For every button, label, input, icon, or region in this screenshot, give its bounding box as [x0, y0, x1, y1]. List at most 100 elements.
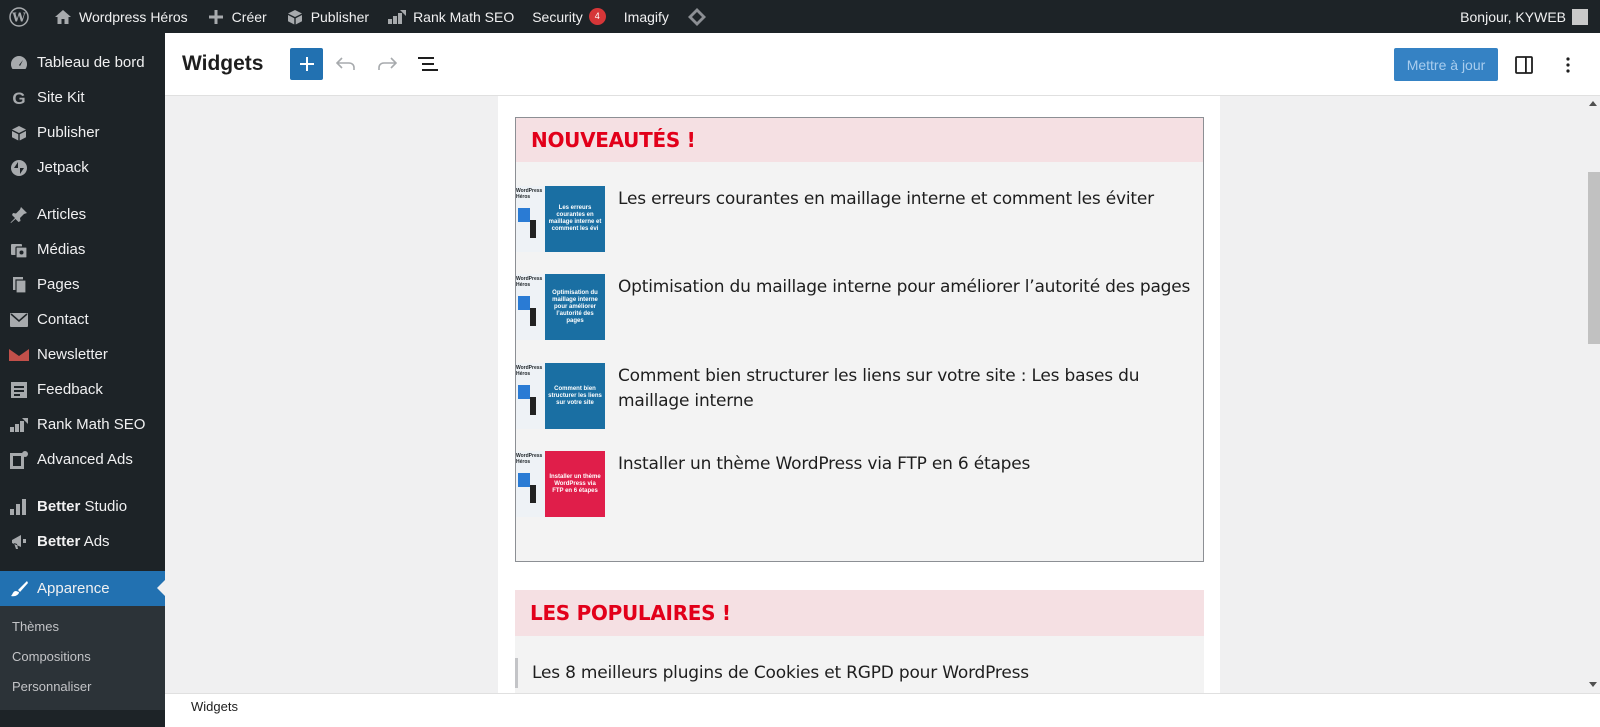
sidebar-item-label: Tableau de bord — [37, 54, 145, 71]
sidebar-item-advanced-ads[interactable]: Advanced Ads — [0, 442, 165, 477]
post-item[interactable]: WordPress Héros Comment bien structurer l… — [516, 363, 1204, 429]
scrollbar-thumb[interactable] — [1588, 172, 1600, 344]
greeting-label: Bonjour, KYWEB — [1460, 8, 1566, 25]
home-icon — [53, 7, 73, 27]
feedback-icon — [9, 380, 29, 400]
media-icon — [9, 240, 29, 260]
sidebar-toggle-icon — [1515, 55, 1533, 74]
editor-canvas: NOUVEAUTÉS ! WordPress Héros Les erreurs … — [165, 96, 1600, 693]
sidebar-item-pages[interactable]: Pages — [0, 267, 165, 302]
megaphone-icon — [9, 532, 29, 552]
popular-widget-header: LES POPULAIRES ! — [515, 590, 1204, 636]
submenu-item-personnaliser[interactable]: Personnaliser — [0, 672, 165, 702]
thumbnail-caption: Les erreurs courantes en maillage intern… — [545, 186, 605, 252]
sidebar-item-label: Advanced Ads — [37, 451, 133, 468]
settings-sidebar-button[interactable] — [1506, 47, 1542, 83]
svg-text:G: G — [12, 89, 25, 107]
sidebar-item-jetpack[interactable]: Jetpack — [0, 150, 165, 185]
security-count-badge: 4 — [588, 8, 606, 25]
vertical-scrollbar[interactable] — [1585, 96, 1600, 693]
news-widget-header: NOUVEAUTÉS ! — [516, 118, 1203, 162]
thumbnail-caption: Installer un thème WordPress via FTP en … — [545, 451, 605, 517]
sidebar-item-apparence[interactable]: Apparence — [0, 571, 165, 606]
apparence-submenu: Thèmes Compositions Personnaliser — [0, 606, 165, 710]
submenu-item-themes[interactable]: Thèmes — [0, 612, 165, 642]
jetpack-icon — [9, 158, 29, 178]
publisher-label: Publisher — [310, 8, 370, 25]
scroll-up-arrow-icon[interactable] — [1589, 101, 1597, 106]
sidebar-item-dashboard[interactable]: Tableau de bord — [0, 45, 165, 80]
sidebar-item-publisher[interactable]: Publisher — [0, 115, 165, 150]
sidebar-item-better-ads[interactable]: Better Ads — [0, 524, 165, 559]
sidebar-item-label: Feedback — [37, 381, 103, 398]
sidebar-item-medias[interactable]: Médias — [0, 232, 165, 267]
better-studio-rest: Studio — [80, 498, 128, 515]
list-view-button[interactable] — [410, 46, 446, 82]
create-new-link[interactable]: Créer — [197, 0, 276, 33]
news-widget-title: NOUVEAUTÉS ! — [531, 128, 696, 152]
add-block-button[interactable] — [290, 48, 323, 80]
svg-text:W: W — [11, 10, 26, 24]
publisher-icon — [285, 7, 305, 27]
publisher-link[interactable]: Publisher — [276, 0, 378, 33]
thumbnail-caption: Optimisation du maillage interne pour am… — [545, 274, 605, 340]
avatar — [1572, 8, 1588, 25]
admin-bar: W Wordpress Héros Créer Publisher Rank M… — [0, 0, 1600, 33]
plus-icon — [299, 57, 314, 71]
page-title: Widgets — [182, 52, 264, 75]
site-name-link[interactable]: Wordpress Héros — [44, 0, 197, 33]
imagify-link[interactable]: Imagify — [615, 0, 678, 33]
better-studio-bold: Better — [37, 498, 81, 515]
post-thumbnail: WordPress Héros Les erreurs courantes en … — [516, 186, 605, 252]
pin-icon — [9, 205, 29, 225]
scroll-down-arrow-icon[interactable] — [1589, 682, 1597, 687]
kebab-menu-icon — [1566, 56, 1570, 73]
sidebar-item-feedback[interactable]: Feedback — [0, 372, 165, 407]
post-title-link[interactable]: Optimisation du maillage interne pour am… — [618, 275, 1190, 340]
sidebar-item-contact[interactable]: Contact — [0, 302, 165, 337]
diamond-plugin-button[interactable] — [678, 0, 722, 33]
security-link[interactable]: Security 4 — [523, 0, 615, 33]
security-label: Security — [532, 8, 583, 25]
sidebar-item-site-kit[interactable]: G Site Kit — [0, 80, 165, 115]
admin-sidebar: Tableau de bord G Site Kit Publisher Jet… — [0, 33, 165, 727]
news-widget[interactable]: NOUVEAUTÉS ! WordPress Héros Les erreurs … — [515, 117, 1204, 562]
plus-icon — [206, 7, 226, 27]
rankmath-label: Rank Math SEO — [413, 8, 515, 25]
rankmath-link[interactable]: Rank Math SEO — [378, 0, 523, 33]
ads-icon — [9, 450, 29, 470]
popular-post-link[interactable]: Les 8 meilleurs plugins de Cookies et RG… — [515, 658, 1029, 688]
redo-button[interactable] — [369, 46, 405, 82]
post-thumbnail: WordPress Héros Optimisation du maillage … — [516, 274, 605, 340]
sidebar-item-label: Jetpack — [37, 159, 89, 176]
post-item[interactable]: WordPress Héros Optimisation du maillage … — [516, 274, 1204, 340]
popular-widget[interactable]: LES POPULAIRES ! Les 8 meilleurs plugins… — [515, 590, 1204, 693]
sidebar-item-rank-math[interactable]: Rank Math SEO — [0, 407, 165, 442]
post-title-link[interactable]: Installer un thème WordPress via FTP en … — [618, 452, 1030, 517]
sidebar-item-label: Publisher — [37, 124, 100, 141]
breadcrumb[interactable]: Widgets — [191, 699, 238, 714]
create-label: Créer — [231, 8, 267, 25]
post-item[interactable]: WordPress Héros Installer un thème WordPr… — [516, 451, 1204, 517]
sidebar-item-articles[interactable]: Articles — [0, 197, 165, 232]
undo-button[interactable] — [328, 46, 364, 82]
post-title-link[interactable]: Comment bien structurer les liens sur vo… — [618, 364, 1204, 429]
sidebar-item-label: Site Kit — [37, 89, 85, 106]
popular-widget-title: LES POPULAIRES ! — [530, 601, 731, 625]
better-ads-bold: Better — [37, 533, 81, 550]
rankmath-icon — [9, 415, 29, 435]
update-button[interactable]: Mettre à jour — [1394, 48, 1498, 81]
sidebar-item-better-studio[interactable]: Better Studio — [0, 489, 165, 524]
redo-icon — [378, 57, 397, 70]
more-options-button[interactable] — [1550, 47, 1586, 83]
sidebar-item-newsletter[interactable]: Newsletter — [0, 337, 165, 372]
newsletter-icon — [9, 345, 29, 365]
diamond-icon — [687, 7, 707, 27]
user-account-menu[interactable]: Bonjour, KYWEB — [1460, 0, 1588, 33]
sidebar-item-label: Pages — [37, 276, 80, 293]
post-item[interactable]: WordPress Héros Les erreurs courantes en … — [516, 186, 1204, 252]
wordpress-logo-button[interactable]: W — [0, 0, 44, 33]
submenu-item-compositions[interactable]: Compositions — [0, 642, 165, 672]
sidebar-item-label: Médias — [37, 241, 86, 258]
post-title-link[interactable]: Les erreurs courantes en maillage intern… — [618, 187, 1154, 252]
